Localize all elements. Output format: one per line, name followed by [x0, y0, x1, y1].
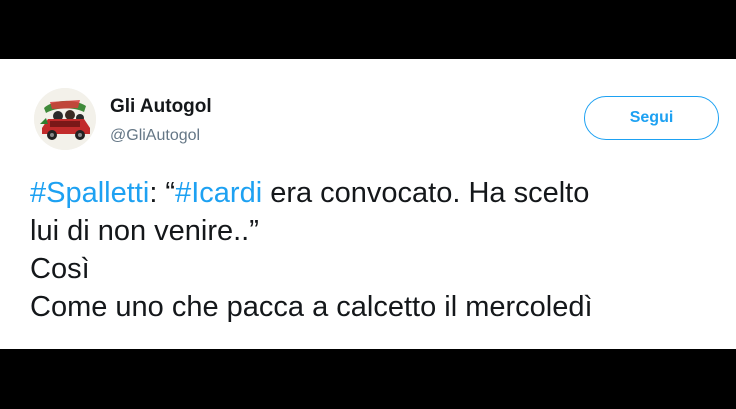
tweet-card: Gli Autogol @GliAutogol Segui #Spalletti…: [0, 59, 736, 349]
hashtag-link-spalletti[interactable]: #Spalletti: [30, 177, 149, 209]
follow-button[interactable]: Segui: [584, 96, 719, 140]
tweet-line-4: Come uno che pacca a calcetto il mercole…: [30, 291, 593, 323]
user-handle[interactable]: @GliAutogol: [110, 127, 200, 145]
car-with-people-avatar-icon: [34, 88, 96, 150]
tweet-line-3: Così: [30, 253, 90, 285]
profile-avatar[interactable]: [34, 88, 96, 150]
tweet-text-segment: era convocato. Ha scelto: [262, 177, 590, 209]
hashtag-link-icardi[interactable]: #Icardi: [175, 177, 262, 209]
display-name[interactable]: Gli Autogol: [110, 96, 212, 118]
tweet-line-2: lui di non venire..”: [30, 215, 259, 247]
tweet-line-1: #Spalletti: “#Icardi era convocato. Ha s…: [30, 174, 730, 212]
tweet-text: #Spalletti: “#Icardi era convocato. Ha s…: [30, 174, 730, 326]
tweet-text-segment: : “: [149, 177, 176, 209]
